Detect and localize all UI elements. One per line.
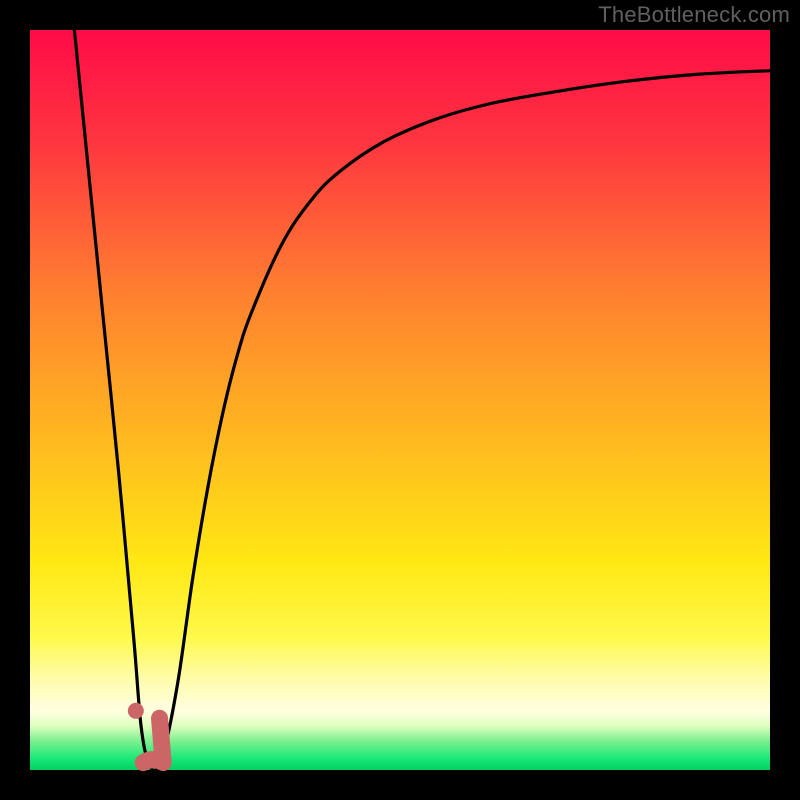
plot-area <box>30 30 770 770</box>
marker-dot <box>128 703 144 719</box>
watermark: TheBottleneck.com <box>598 2 790 28</box>
chart-canvas <box>0 0 800 800</box>
